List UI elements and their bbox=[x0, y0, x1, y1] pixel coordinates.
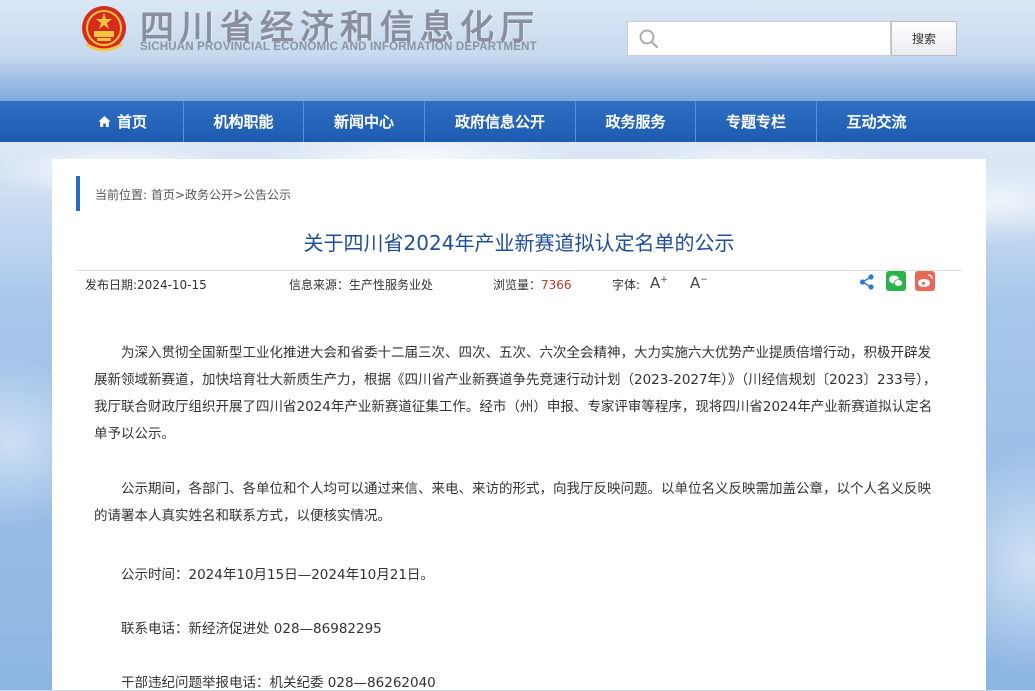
breadcrumb-item-gov-affairs[interactable]: 政务公开 bbox=[185, 188, 233, 202]
view-count: 浏览量：7366 bbox=[493, 276, 572, 293]
nav-item-gov-info[interactable]: 政府信息公开 bbox=[425, 101, 575, 142]
site-header: 四川省经济和信息化厅 SICHUAN PROVINCIAL ECONOMIC A… bbox=[0, 0, 1035, 101]
article-paragraph: 为深入贯彻全国新型工业化推进大会和省委十二届三次、四次、五次、六次全会精神，大力… bbox=[94, 340, 944, 448]
meta-divider bbox=[76, 270, 962, 271]
main-nav: 首页 机构职能 新闻中心 政府信息公开 政务服务 专题专栏 互动交流 bbox=[0, 101, 1035, 142]
wechat-share-icon[interactable] bbox=[886, 271, 906, 291]
notice-period: 公示时间：2024年10月15日—2024年10月21日。 bbox=[121, 567, 434, 583]
minus-icon: − bbox=[700, 275, 708, 285]
article-title: 关于四川省2024年产业新赛道拟认定名单的公示 bbox=[303, 231, 735, 255]
nav-item-home[interactable]: 首页 bbox=[62, 101, 183, 142]
font-decrease-label: A bbox=[690, 274, 701, 292]
article-paragraph-text: 为深入贯彻全国新型工业化推进大会和省委十二届三次、四次、五次、六次全会精神，大力… bbox=[94, 345, 937, 442]
nav-item-services[interactable]: 政务服务 bbox=[576, 101, 695, 142]
nav-item-organization[interactable]: 机构职能 bbox=[184, 101, 303, 142]
search-input[interactable] bbox=[666, 28, 885, 52]
national-emblem-icon bbox=[82, 6, 126, 52]
breadcrumb-accent bbox=[76, 176, 80, 211]
font-decrease-button[interactable]: A− bbox=[690, 274, 708, 292]
font-increase-label: A bbox=[650, 274, 661, 292]
breadcrumb-item-announcements[interactable]: 公告公示 bbox=[243, 188, 291, 202]
view-count-label: 浏览量： bbox=[493, 278, 542, 292]
article-paragraph-text: 公示期间，各部门、各单位和个人均可以通过来信、来电、来访的形式，向我厅反映问题。… bbox=[94, 481, 931, 524]
article-panel: 当前位置: 首页>政务公开>公告公示 关于四川省2024年产业新赛道拟认定名单的… bbox=[52, 159, 986, 691]
breadcrumb-prefix: 当前位置: bbox=[95, 188, 151, 202]
site-name-en: SICHUAN PROVINCIAL ECONOMIC AND INFORMAT… bbox=[140, 41, 537, 53]
search-box[interactable] bbox=[627, 21, 891, 56]
share-icon[interactable] bbox=[858, 273, 876, 291]
publish-date: 发布日期:2024-10-15 bbox=[85, 278, 207, 292]
info-source: 信息来源：生产性服务业处 bbox=[289, 278, 434, 292]
nav-item-news[interactable]: 新闻中心 bbox=[304, 101, 424, 142]
weibo-share-icon[interactable] bbox=[915, 271, 935, 291]
nav-label-home: 首页 bbox=[116, 113, 147, 131]
view-count-value: 7366 bbox=[541, 278, 572, 292]
breadcrumb-separator: > bbox=[174, 188, 185, 202]
search-button[interactable]: 搜索 bbox=[891, 21, 957, 56]
article-paragraph: 公示期间，各部门、各单位和个人均可以通过来信、来电、来访的形式，向我厅反映问题。… bbox=[94, 476, 944, 530]
nav-item-topics[interactable]: 专题专栏 bbox=[696, 101, 816, 142]
plus-icon: + bbox=[660, 275, 668, 285]
home-icon bbox=[98, 116, 111, 127]
report-phone: 干部违纪问题举报电话：机关纪委 028—86262040 bbox=[121, 675, 436, 691]
breadcrumb-item-home[interactable]: 首页 bbox=[151, 188, 175, 202]
nav-item-interaction[interactable]: 互动交流 bbox=[817, 101, 936, 142]
font-size-label: 字体: bbox=[612, 278, 641, 292]
search-icon bbox=[639, 29, 659, 49]
font-increase-button[interactable]: A+ bbox=[650, 274, 668, 292]
breadcrumb: 当前位置: 首页>政务公开>公告公示 bbox=[95, 186, 291, 203]
breadcrumb-separator: > bbox=[232, 188, 244, 202]
contact-phone: 联系电话：新经济促进处 028—86982295 bbox=[121, 621, 382, 637]
